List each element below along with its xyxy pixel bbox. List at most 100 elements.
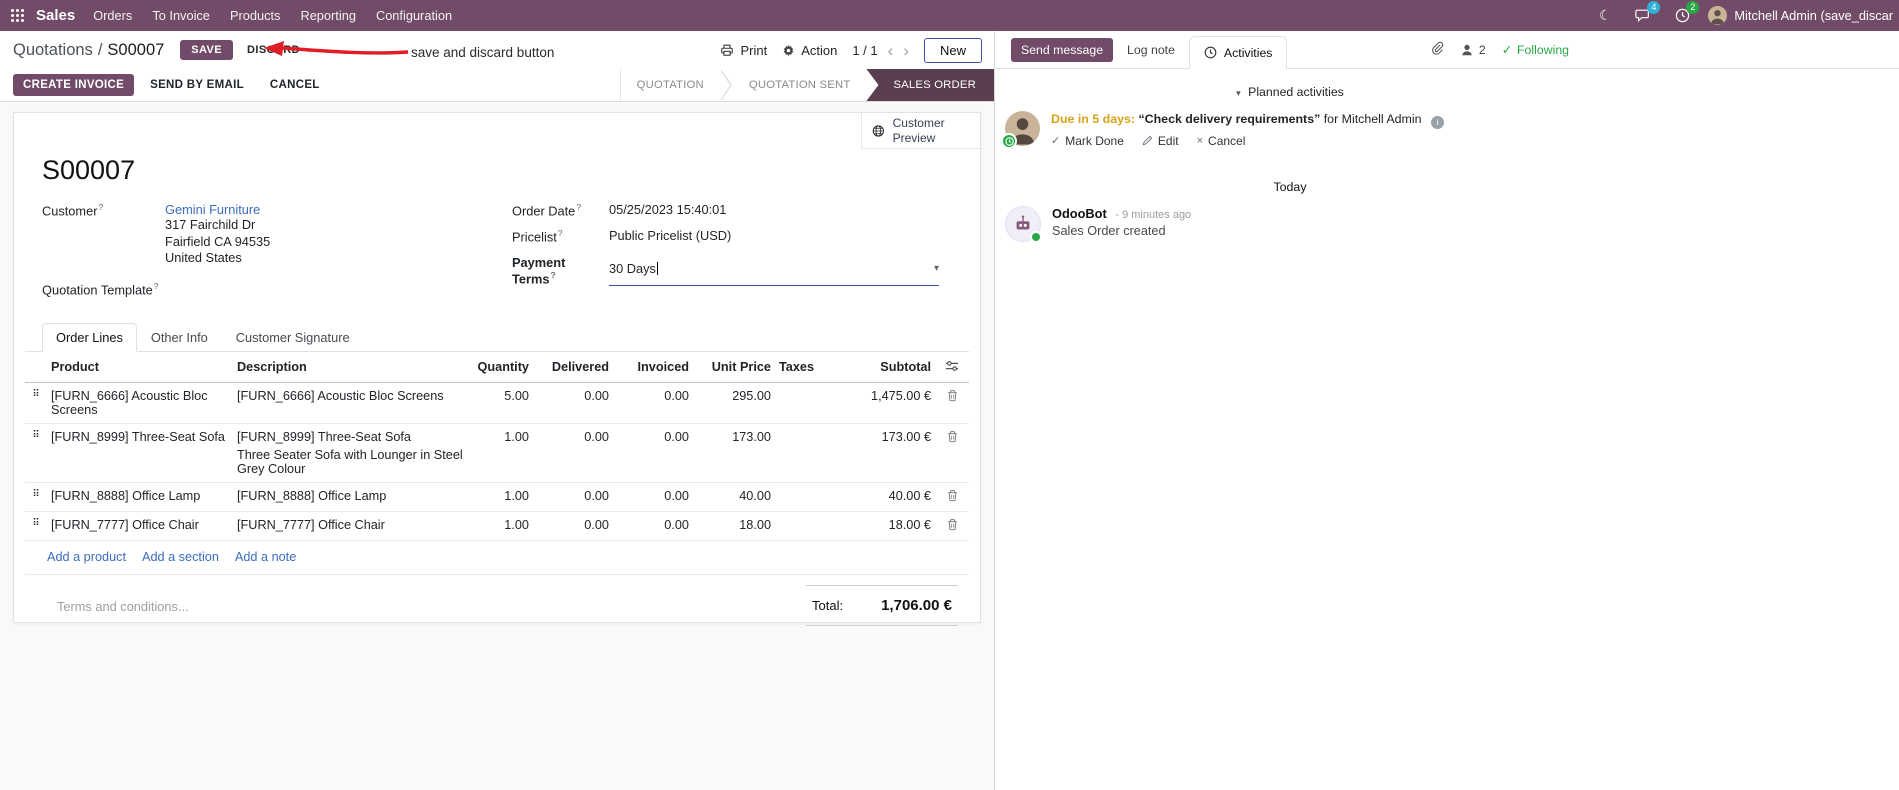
cancel-button[interactable]: CANCEL: [260, 74, 330, 96]
column-product[interactable]: Product: [47, 351, 233, 383]
send-message-button[interactable]: Send message: [1011, 37, 1114, 62]
status-step-quotation[interactable]: QUOTATION: [621, 69, 720, 101]
save-button[interactable]: SAVE: [180, 40, 234, 60]
delete-line-icon[interactable]: [946, 518, 959, 533]
message-author[interactable]: OdooBot: [1052, 206, 1107, 221]
planned-activities-header[interactable]: ▾ Planned activities: [995, 85, 1585, 99]
main-column: Quotations / S00007 SAVE DISCARD Print A…: [0, 31, 995, 790]
top-navbar: Sales Orders To Invoice Products Reporti…: [0, 0, 1899, 31]
customer-preview-button[interactable]: Customer Preview: [861, 113, 980, 149]
add-a-note-link[interactable]: Add a note: [235, 550, 296, 564]
drag-handle-icon[interactable]: ⠿: [25, 511, 47, 541]
customer-link[interactable]: Gemini Furniture: [165, 202, 260, 217]
table-row[interactable]: ⠿ [FURN_8999] Three-Seat Sofa [FURN_8999…: [25, 423, 969, 483]
create-invoice-button[interactable]: CREATE INVOICE: [13, 74, 135, 96]
delete-line-icon[interactable]: [946, 389, 959, 404]
send-by-email-button[interactable]: SEND BY EMAIL: [140, 74, 254, 96]
menu-products[interactable]: Products: [220, 0, 291, 31]
followers-button[interactable]: 2: [1460, 43, 1486, 57]
column-unit-price[interactable]: Unit Price: [693, 351, 775, 383]
delete-line-icon[interactable]: [946, 430, 959, 445]
activities-tab[interactable]: Activities: [1188, 36, 1288, 69]
drag-handle-icon[interactable]: ⠿: [25, 382, 47, 424]
mark-done-button[interactable]: ✓ Mark Done: [1051, 134, 1124, 148]
order-lines-table: Product Description Quantity Delivered I…: [25, 351, 969, 541]
menu-orders[interactable]: Orders: [83, 0, 142, 31]
status-step-quotation-sent[interactable]: QUOTATION SENT: [733, 69, 867, 101]
table-row[interactable]: ⠿ [FURN_7777] Office Chair [FURN_7777] O…: [25, 511, 969, 541]
column-description[interactable]: Description: [233, 351, 467, 383]
payment-terms-input[interactable]: 30 Days ▾: [609, 255, 939, 286]
breadcrumb-quotations[interactable]: Quotations: [13, 41, 93, 60]
text-cursor: [656, 262, 658, 276]
activity-avatar[interactable]: [1001, 111, 1040, 149]
action-button[interactable]: Action: [782, 43, 837, 58]
drag-handle-icon[interactable]: ⠿: [25, 423, 47, 483]
column-quantity[interactable]: Quantity: [467, 351, 533, 383]
menu-reporting[interactable]: Reporting: [290, 0, 366, 31]
dark-mode-moon-icon[interactable]: ☾: [1587, 0, 1624, 31]
column-delivered[interactable]: Delivered: [533, 351, 613, 383]
delete-line-icon[interactable]: [946, 489, 959, 504]
statusbar: CREATE INVOICE SEND BY EMAIL CANCEL QUOT…: [0, 69, 994, 102]
log-note-button[interactable]: Log note: [1127, 43, 1175, 57]
status-step-sales-order[interactable]: SALES ORDER: [866, 69, 994, 101]
activities-badge: 2: [1686, 1, 1700, 14]
check-icon: ✓: [1501, 42, 1513, 57]
order-date-field: Order Date? 05/25/2023 15:40:01: [512, 202, 952, 218]
discard-button[interactable]: DISCARD: [237, 40, 310, 60]
user-avatar: [1708, 6, 1728, 25]
breadcrumb-current: S00007: [107, 40, 165, 59]
menu-configuration[interactable]: Configuration: [366, 0, 462, 31]
add-a-product-link[interactable]: Add a product: [47, 550, 126, 564]
tab-other-info[interactable]: Other Info: [137, 323, 222, 352]
table-header-row: Product Description Quantity Delivered I…: [25, 351, 969, 383]
tab-order-lines[interactable]: Order Lines: [42, 322, 137, 352]
print-button[interactable]: Print: [720, 43, 767, 58]
quotation-template-label: Quotation Template?: [42, 280, 159, 297]
drag-handle-icon[interactable]: ⠿: [25, 482, 47, 512]
date-separator: Today: [1273, 179, 1307, 194]
user-menu[interactable]: Mitchell Admin (save_discar: [1702, 6, 1899, 25]
app-name[interactable]: Sales: [36, 7, 75, 24]
attachments-icon[interactable]: [1430, 41, 1444, 58]
add-a-section-link[interactable]: Add a section: [142, 550, 219, 564]
cancel-activity-button[interactable]: × Cancel: [1197, 134, 1246, 148]
chevron-down-icon[interactable]: ▾: [934, 263, 939, 274]
odoobot-avatar[interactable]: [1005, 205, 1042, 243]
robot-icon: [1016, 215, 1030, 230]
column-taxes[interactable]: Taxes: [775, 351, 839, 383]
messages-icon[interactable]: 4: [1623, 0, 1663, 31]
table-row[interactable]: ⠿ [FURN_8888] Office Lamp [FURN_8888] Of…: [25, 482, 969, 512]
order-date-value[interactable]: 05/25/2023 15:40:01: [609, 202, 726, 218]
menu-to-invoice[interactable]: To Invoice: [142, 0, 220, 31]
apps-menu-button[interactable]: [0, 0, 34, 31]
customer-address: 317 Fairchild Dr Fairfield CA 94535 Unit…: [165, 217, 271, 265]
customer-preview-label: Customer Preview: [892, 116, 945, 145]
navbar-systray: ☾ 4 2 Mitchell Admin (save_discar: [1587, 0, 1899, 31]
quotation-template-field[interactable]: Quotation Template?: [42, 281, 512, 297]
list-footer-links: Add a product Add a section Add a note: [25, 541, 969, 575]
following-button[interactable]: ✓ Following: [1502, 43, 1569, 57]
info-icon[interactable]: i: [1430, 115, 1444, 129]
messages-badge: 4: [1647, 1, 1661, 14]
tab-customer-signature[interactable]: Customer Signature: [222, 323, 364, 352]
pricelist-field: Pricelist? Public Pricelist (USD): [512, 228, 952, 244]
pager-next-icon[interactable]: ›: [903, 42, 909, 59]
clock-icon: [1204, 46, 1217, 59]
new-button[interactable]: New: [923, 37, 982, 63]
pricelist-label: Pricelist?: [512, 228, 563, 245]
help-icon: ?: [98, 202, 104, 212]
terms-and-conditions-placeholder[interactable]: Terms and conditions...: [57, 585, 189, 626]
odoo-sales-app: Sales Orders To Invoice Products Reporti…: [0, 0, 1899, 790]
pager-previous-icon[interactable]: ‹: [888, 42, 894, 59]
pricelist-value[interactable]: Public Pricelist (USD): [609, 228, 731, 244]
table-row[interactable]: ⠿ [FURN_6666] Acoustic Bloc Screens [FUR…: [25, 382, 969, 424]
optional-columns-icon[interactable]: [945, 359, 959, 375]
pencil-icon: [1142, 136, 1153, 146]
edit-activity-button[interactable]: Edit: [1142, 134, 1179, 148]
activities-clock-icon[interactable]: 2: [1663, 0, 1702, 31]
column-invoiced[interactable]: Invoiced: [613, 351, 693, 383]
activity-due-text: Due in 5 days:: [1051, 112, 1136, 126]
column-subtotal[interactable]: Subtotal: [839, 351, 935, 383]
